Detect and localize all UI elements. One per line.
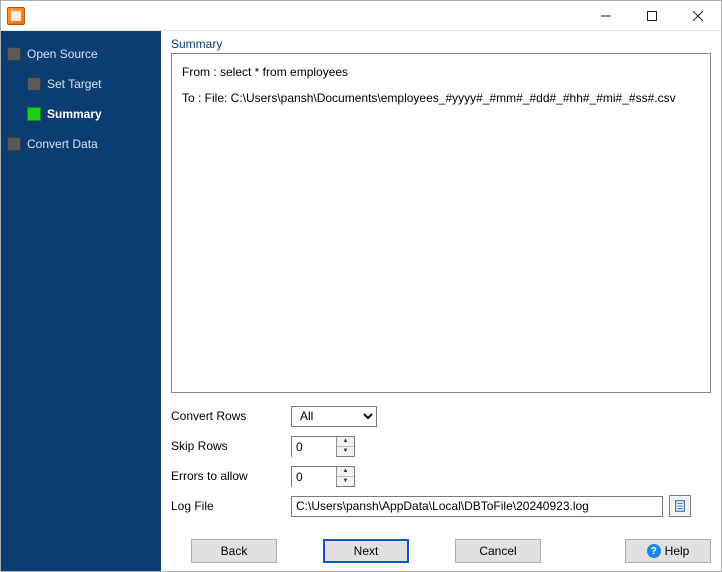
sidebar-item-open-source[interactable]: Open Source <box>1 39 161 69</box>
wizard-sidebar: Open Source Set Target Summary Convert D… <box>1 31 161 571</box>
sidebar-item-label: Convert Data <box>27 137 98 151</box>
convert-rows-label: Convert Rows <box>171 409 291 423</box>
summary-textarea: From : select * from employees To : File… <box>171 53 711 393</box>
browse-logfile-button[interactable] <box>669 495 691 517</box>
sidebar-item-set-target[interactable]: Set Target <box>21 69 161 99</box>
next-button[interactable]: Next <box>323 539 409 563</box>
sidebar-item-label: Summary <box>47 107 102 121</box>
summary-to-line: To : File: C:\Users\pansh\Documents\empl… <box>182 88 700 108</box>
summary-from-line: From : select * from employees <box>182 62 700 82</box>
titlebar <box>1 1 721 31</box>
chevron-down-icon[interactable]: ▼ <box>337 447 354 456</box>
step-indicator-icon <box>7 137 21 151</box>
errors-stepper[interactable]: ▲ ▼ <box>291 466 355 487</box>
back-button[interactable]: Back <box>191 539 277 563</box>
sidebar-item-label: Open Source <box>27 47 98 61</box>
convert-rows-select[interactable]: All <box>291 406 377 427</box>
minimize-button[interactable] <box>583 1 629 31</box>
errors-label: Errors to allow <box>171 469 291 483</box>
step-indicator-icon <box>7 47 21 61</box>
cancel-button[interactable]: Cancel <box>455 539 541 563</box>
help-button[interactable]: ? Help <box>625 539 711 563</box>
sidebar-item-label: Set Target <box>47 77 101 91</box>
app-icon <box>7 7 25 25</box>
skip-rows-input[interactable] <box>292 437 336 458</box>
sidebar-item-summary[interactable]: Summary <box>21 99 161 129</box>
skip-rows-stepper[interactable]: ▲ ▼ <box>291 436 355 457</box>
summary-heading: Summary <box>171 37 711 51</box>
step-indicator-icon <box>27 107 41 121</box>
logfile-label: Log File <box>171 499 291 513</box>
chevron-up-icon[interactable]: ▲ <box>337 467 354 477</box>
errors-input[interactable] <box>292 467 336 488</box>
document-icon <box>673 499 687 513</box>
close-button[interactable] <box>675 1 721 31</box>
sidebar-item-convert-data[interactable]: Convert Data <box>1 129 161 159</box>
step-indicator-icon <box>27 77 41 91</box>
logfile-input[interactable] <box>291 496 663 517</box>
help-icon: ? <box>647 544 661 558</box>
chevron-down-icon[interactable]: ▼ <box>337 477 354 486</box>
chevron-up-icon[interactable]: ▲ <box>337 437 354 447</box>
main-panel: Summary From : select * from employees T… <box>161 31 721 571</box>
maximize-button[interactable] <box>629 1 675 31</box>
skip-rows-label: Skip Rows <box>171 439 291 453</box>
